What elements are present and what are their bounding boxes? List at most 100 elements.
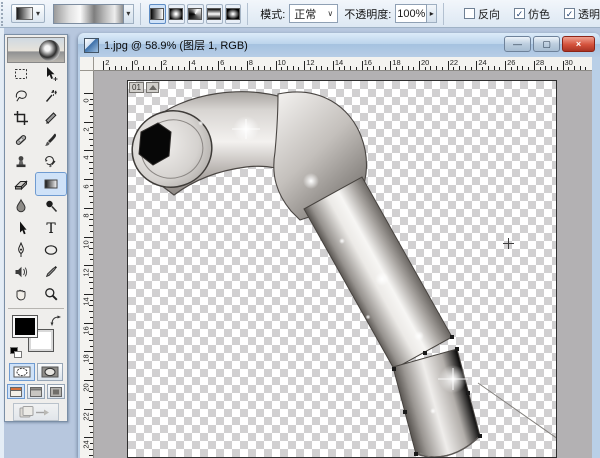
ruler-label: 2 <box>163 58 167 67</box>
photoshop-file-icon <box>84 38 99 53</box>
ruler-minor-tick <box>143 66 144 70</box>
gradient-type-diamond-button[interactable] <box>225 4 242 24</box>
foreground-color-swatch[interactable] <box>13 316 37 337</box>
crop-tool[interactable] <box>6 107 36 129</box>
tool-preset-picker[interactable]: ▾ <box>11 4 45 23</box>
blur-tool[interactable] <box>6 195 36 217</box>
options-bar-grip[interactable] <box>1 2 6 26</box>
ruler-minor-tick <box>90 231 93 232</box>
ruler-minor-tick <box>89 162 93 163</box>
transparency-checkbox[interactable]: ✓ 透明 <box>564 6 600 22</box>
ruler-minor-tick <box>270 67 271 70</box>
path-selection-tool[interactable] <box>6 217 36 239</box>
ruler-tick <box>505 61 506 70</box>
move-icon <box>43 66 59 82</box>
eyedropper-tool[interactable] <box>36 261 66 283</box>
mask-mode-row <box>9 363 63 381</box>
blend-mode-dropdown[interactable]: 正常 ∨ <box>289 4 338 23</box>
shape-tool[interactable] <box>36 239 66 261</box>
zoom-tool[interactable] <box>36 283 66 305</box>
ruler-minor-tick <box>178 66 179 70</box>
document-titlebar[interactable]: 1.jpg @ 58.9% (图层 1, RGB) — ▢ × <box>78 33 600 57</box>
standard-screen-mode-button[interactable] <box>7 384 25 399</box>
ruler-minor-tick <box>207 66 208 70</box>
ruler-minor-tick <box>281 67 282 70</box>
standard-mode-button[interactable] <box>9 363 35 381</box>
ruler-tick <box>390 61 391 70</box>
marquee-tool[interactable] <box>6 63 36 85</box>
canvas[interactable]: 01 <box>127 80 557 458</box>
ruler-minor-tick <box>356 67 357 70</box>
ruler-minor-tick <box>90 99 93 100</box>
caret-down-icon: ▾ <box>36 10 40 18</box>
close-button[interactable]: × <box>562 36 595 52</box>
minimize-button[interactable]: — <box>504 36 531 52</box>
type-icon: T <box>43 220 59 236</box>
dither-checkbox[interactable]: ✓ 仿色 <box>514 6 550 22</box>
gradient-preview[interactable] <box>53 4 124 24</box>
ruler-label: 20 <box>421 58 429 67</box>
ruler-minor-tick <box>109 67 110 70</box>
maximize-button[interactable]: ▢ <box>533 36 560 52</box>
slice-tool[interactable] <box>36 107 66 129</box>
ruler-tick <box>84 323 93 324</box>
opacity-spinner-button[interactable]: ▸ <box>427 4 437 23</box>
gradient-icon <box>43 176 59 192</box>
ruler-minor-tick <box>121 66 122 70</box>
ruler-minor-tick <box>90 403 93 404</box>
clone-stamp-tool[interactable] <box>6 151 36 173</box>
hand-tool[interactable] <box>6 283 36 305</box>
gradient-picker-button[interactable]: ▾ <box>124 4 134 24</box>
history-brush-tool[interactable] <box>36 151 66 173</box>
ruler-minor-tick <box>568 67 569 70</box>
color-swatches <box>8 315 64 360</box>
edit-in-imageready-button[interactable] <box>13 403 59 421</box>
ruler-label: 30 <box>565 58 573 67</box>
reverse-checkbox[interactable]: 反向 <box>464 6 500 22</box>
fullscreen-menubar-icon <box>30 387 42 397</box>
gradient-tool-thumbnail-icon <box>16 7 33 20</box>
default-colors-icon[interactable] <box>10 347 23 358</box>
lasso-tool[interactable] <box>6 85 36 107</box>
ruler-tick <box>448 61 449 70</box>
caret-down-icon: ▾ <box>126 10 130 18</box>
fullscreen-mode-button[interactable] <box>47 384 65 399</box>
opacity-input[interactable]: 100% <box>395 4 427 23</box>
fullscreen-menubar-mode-button[interactable] <box>27 384 45 399</box>
magic-wand-tool[interactable] <box>36 85 66 107</box>
ruler-minor-tick <box>90 259 93 260</box>
dodge-tool[interactable] <box>36 195 66 217</box>
ruler-minor-tick <box>459 66 460 70</box>
type-tool[interactable]: T <box>36 217 66 239</box>
ruler-minor-tick <box>90 127 93 128</box>
ruler-minor-tick <box>90 414 93 415</box>
ruler-minor-tick <box>327 67 328 70</box>
gradient-type-radial-button[interactable] <box>168 4 185 24</box>
ruler-minor-tick <box>89 168 93 169</box>
eraser-tool[interactable] <box>6 173 36 195</box>
v-ruler[interactable]: 024681012141618202224 <box>80 71 94 458</box>
ruler-minor-tick <box>89 219 93 220</box>
gradient-tool[interactable] <box>36 173 66 195</box>
gradient-type-angle-button[interactable] <box>187 4 204 24</box>
swap-colors-icon[interactable] <box>50 315 62 327</box>
move-tool[interactable] <box>36 63 66 85</box>
blend-mode-value: 正常 <box>294 6 316 22</box>
ruler-label: 18 <box>392 58 400 67</box>
brush-tool[interactable] <box>36 129 66 151</box>
gradient-type-linear-button[interactable] <box>149 4 166 24</box>
gradient-type-reflected-button[interactable] <box>206 4 223 24</box>
quick-mask-mode-button[interactable] <box>37 363 63 381</box>
linear-gradient-icon <box>150 8 164 20</box>
ruler-minor-tick <box>172 66 173 70</box>
annotation-tool[interactable] <box>6 261 36 283</box>
ruler-minor-tick <box>310 67 311 70</box>
toolbox-banner[interactable] <box>7 37 65 63</box>
pen-tool[interactable] <box>6 239 36 261</box>
ruler-minor-tick <box>488 66 489 70</box>
h-ruler[interactable]: 2024681012141618202224262830 <box>94 57 592 71</box>
ruler-minor-tick <box>126 67 127 70</box>
healing-brush-tool[interactable] <box>6 129 36 151</box>
ruler-minor-tick <box>430 66 431 70</box>
ruler-minor-tick <box>166 67 167 70</box>
